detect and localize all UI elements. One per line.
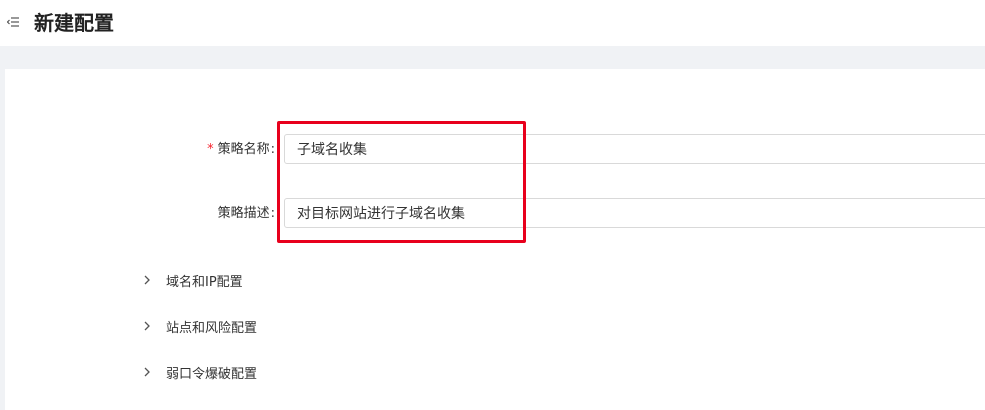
chevron-right-icon (144, 275, 150, 285)
policy-description-label: 策略描述: (217, 206, 275, 221)
chevron-right-icon (144, 321, 150, 331)
section-label: 域名和IP配置 (166, 274, 243, 290)
page-title: 新建配置 (34, 11, 114, 35)
policy-name-label-text: 策略名称 (217, 142, 270, 157)
section-label: 站点和风险配置 (166, 320, 258, 336)
chevron-right-icon (144, 367, 150, 377)
policy-name-input[interactable] (284, 134, 985, 164)
section-site-risk-config[interactable]: 站点和风险配置 (140, 316, 257, 336)
page-header: 新建配置 (0, 0, 985, 46)
policy-description-label-text: 策略描述 (217, 206, 270, 221)
required-mark: * (207, 142, 214, 157)
policy-description-input[interactable] (284, 198, 985, 228)
section-domain-ip-config[interactable]: 域名和IP配置 (140, 270, 243, 290)
policy-name-label: * 策略名称: (207, 142, 275, 157)
section-label: 弱口令爆破配置 (166, 366, 258, 382)
form-card (5, 69, 985, 410)
section-weak-password-config[interactable]: 弱口令爆破配置 (140, 362, 257, 382)
menu-fold-icon[interactable] (7, 16, 19, 28)
